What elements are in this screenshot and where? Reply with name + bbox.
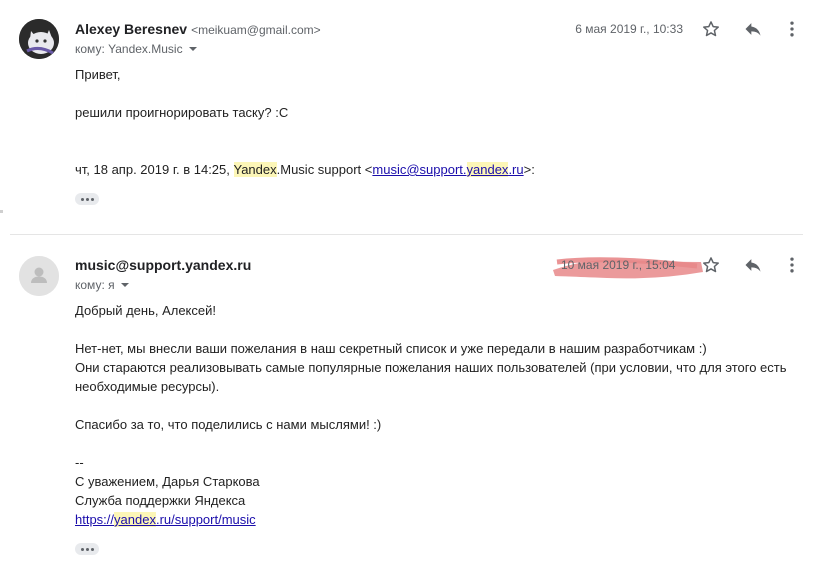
more-vert-icon: [790, 21, 794, 37]
star-icon: [703, 21, 719, 37]
quote-date: чт, 18 апр. 2019 г. в 14:25,: [75, 162, 234, 177]
signature-link-line: https://yandex.ru/support/music: [75, 510, 795, 529]
body-line: решили проигнорировать таску? :С: [75, 105, 289, 120]
show-trimmed-content-button[interactable]: [75, 543, 99, 555]
signature-dash: --: [75, 455, 84, 470]
date-with-redaction: 10 мая 2019 г., 15:04: [547, 250, 707, 280]
reply-icon: [745, 259, 761, 272]
recipient-label: кому: Yandex.Music: [75, 42, 183, 56]
quote-email-link[interactable]: music@support.yandex.ru: [372, 162, 524, 177]
body-line: Нет-нет, мы внесли ваши пожелания в наш …: [75, 341, 707, 356]
message-divider: [10, 234, 803, 235]
reply-icon: [745, 23, 761, 36]
highlight-term: Yandex: [233, 162, 277, 177]
recipient-toggle[interactable]: кому: Yandex.Music: [75, 42, 197, 56]
quote-sender: .Music support <: [276, 162, 373, 177]
sender-name: Alexey Beresnev <meikuam@gmail.com>: [75, 21, 321, 37]
more-vert-icon: [790, 257, 794, 273]
signature-line: Служба поддержки Яндекса: [75, 493, 246, 508]
cat-avatar-icon: [19, 19, 59, 59]
link-part: .ru: [508, 162, 524, 177]
star-button[interactable]: [699, 17, 723, 41]
message-body: Добрый день, Алексей! Нет-нет, мы внесли…: [75, 301, 795, 529]
chevron-down-icon: [120, 283, 129, 287]
person-icon: [19, 256, 59, 296]
recipient-label: кому: я: [75, 278, 115, 292]
message-date: 10 мая 2019 г., 15:04: [561, 258, 676, 272]
avatar[interactable]: [19, 19, 59, 59]
quote-header: чт, 18 апр. 2019 г. в 14:25, Yandex.Musi…: [75, 160, 775, 179]
message-date: 6 мая 2019 г., 10:33: [575, 22, 683, 36]
message-2: music@support.yandex.ru кому: я 10 мая 2…: [0, 236, 817, 580]
chevron-down-icon: [188, 47, 197, 51]
show-trimmed-content-button[interactable]: [75, 193, 99, 205]
link-part: music@support.: [372, 162, 467, 177]
message-body: Привет, решили проигнорировать таску? :С…: [75, 65, 775, 179]
more-options-button[interactable]: [780, 253, 804, 277]
message-1: Alexey Beresnev <meikuam@gmail.com> кому:…: [0, 0, 817, 234]
more-options-button[interactable]: [780, 17, 804, 41]
body-line: Они стараются реализовывать самые популя…: [75, 360, 787, 375]
sender-name: music@support.yandex.ru: [75, 257, 252, 273]
star-icon: [703, 257, 719, 273]
highlight-term: yandex: [114, 512, 156, 527]
star-button[interactable]: [699, 253, 723, 277]
sender-email: <meikuam@gmail.com>: [191, 23, 321, 37]
quote-suffix: >:: [523, 162, 535, 177]
avatar[interactable]: [19, 256, 59, 296]
link-part: https://: [75, 512, 115, 527]
body-line: Спасибо за то, что поделились с нами мыс…: [75, 417, 382, 432]
highlight-term: yandex: [466, 162, 509, 177]
reply-button[interactable]: [741, 253, 765, 277]
support-link[interactable]: https://yandex.ru/support/music: [75, 512, 256, 527]
signature-line: С уважением, Дарья Старкова: [75, 474, 260, 489]
body-line: необходимые ресурсы).: [75, 379, 220, 394]
sender-name-text: Alexey Beresnev: [75, 21, 188, 37]
greeting: Привет,: [75, 67, 121, 82]
reply-button[interactable]: [741, 17, 765, 41]
greeting: Добрый день, Алексей!: [75, 303, 216, 318]
link-part: .ru/support/music: [155, 512, 256, 527]
recipient-toggle[interactable]: кому: я: [75, 278, 129, 292]
